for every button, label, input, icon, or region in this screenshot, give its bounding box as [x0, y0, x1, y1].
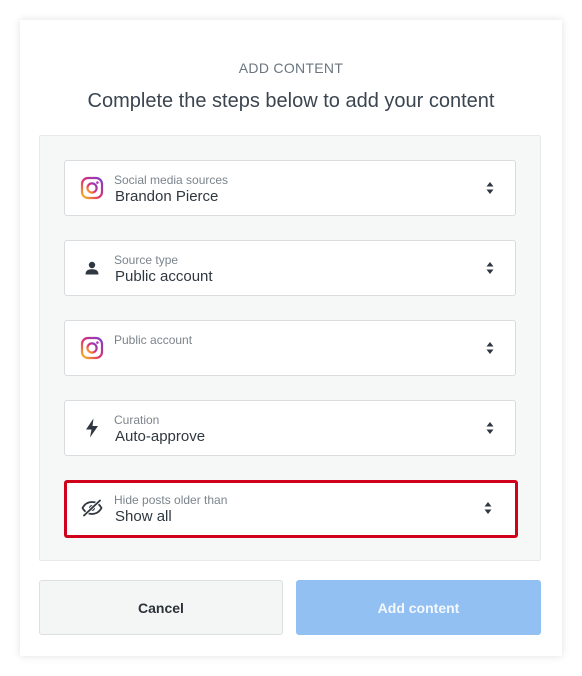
field-label: Source type: [114, 253, 179, 267]
source-type-select[interactable]: Source type Public account: [64, 240, 516, 296]
sort-arrows-icon: [485, 340, 495, 356]
dialog-title: Complete the steps below to add your con…: [87, 90, 495, 112]
field-label: Curation: [114, 413, 160, 427]
hide-posts-older-than-select[interactable]: Hide posts older than Show all: [64, 480, 518, 538]
curation-select[interactable]: Curation Auto-approve: [64, 400, 516, 456]
add-content-button[interactable]: Add content: [296, 580, 541, 635]
field-label: Social media sources: [114, 173, 229, 187]
sort-arrows-icon: [485, 180, 495, 196]
eye-slash-icon: [79, 495, 105, 521]
sort-arrows-icon: [483, 500, 493, 516]
field-label: Public account: [114, 333, 193, 347]
sort-arrows-icon: [485, 260, 495, 276]
field-value: Show all: [115, 508, 172, 525]
field-value: Public account: [115, 268, 213, 285]
field-value: Auto-approve: [115, 428, 206, 445]
sort-arrows-icon: [485, 420, 495, 436]
add-content-dialog: ADD CONTENT Complete the steps below to …: [20, 20, 562, 656]
field-label: Hide posts older than: [114, 493, 228, 507]
lightning-icon: [79, 415, 105, 441]
instagram-icon: [79, 335, 105, 361]
cancel-button[interactable]: Cancel: [39, 580, 283, 635]
social-media-sources-select[interactable]: Social media sources Brandon Pierce: [64, 160, 516, 216]
public-account-select[interactable]: Public account: [64, 320, 516, 376]
instagram-icon: [79, 175, 105, 201]
person-icon: [79, 255, 105, 281]
steps-panel: Social media sources Brandon Pierce Sour…: [39, 135, 541, 561]
field-value: Brandon Pierce: [115, 188, 219, 205]
dialog-overline: ADD CONTENT: [238, 60, 344, 76]
